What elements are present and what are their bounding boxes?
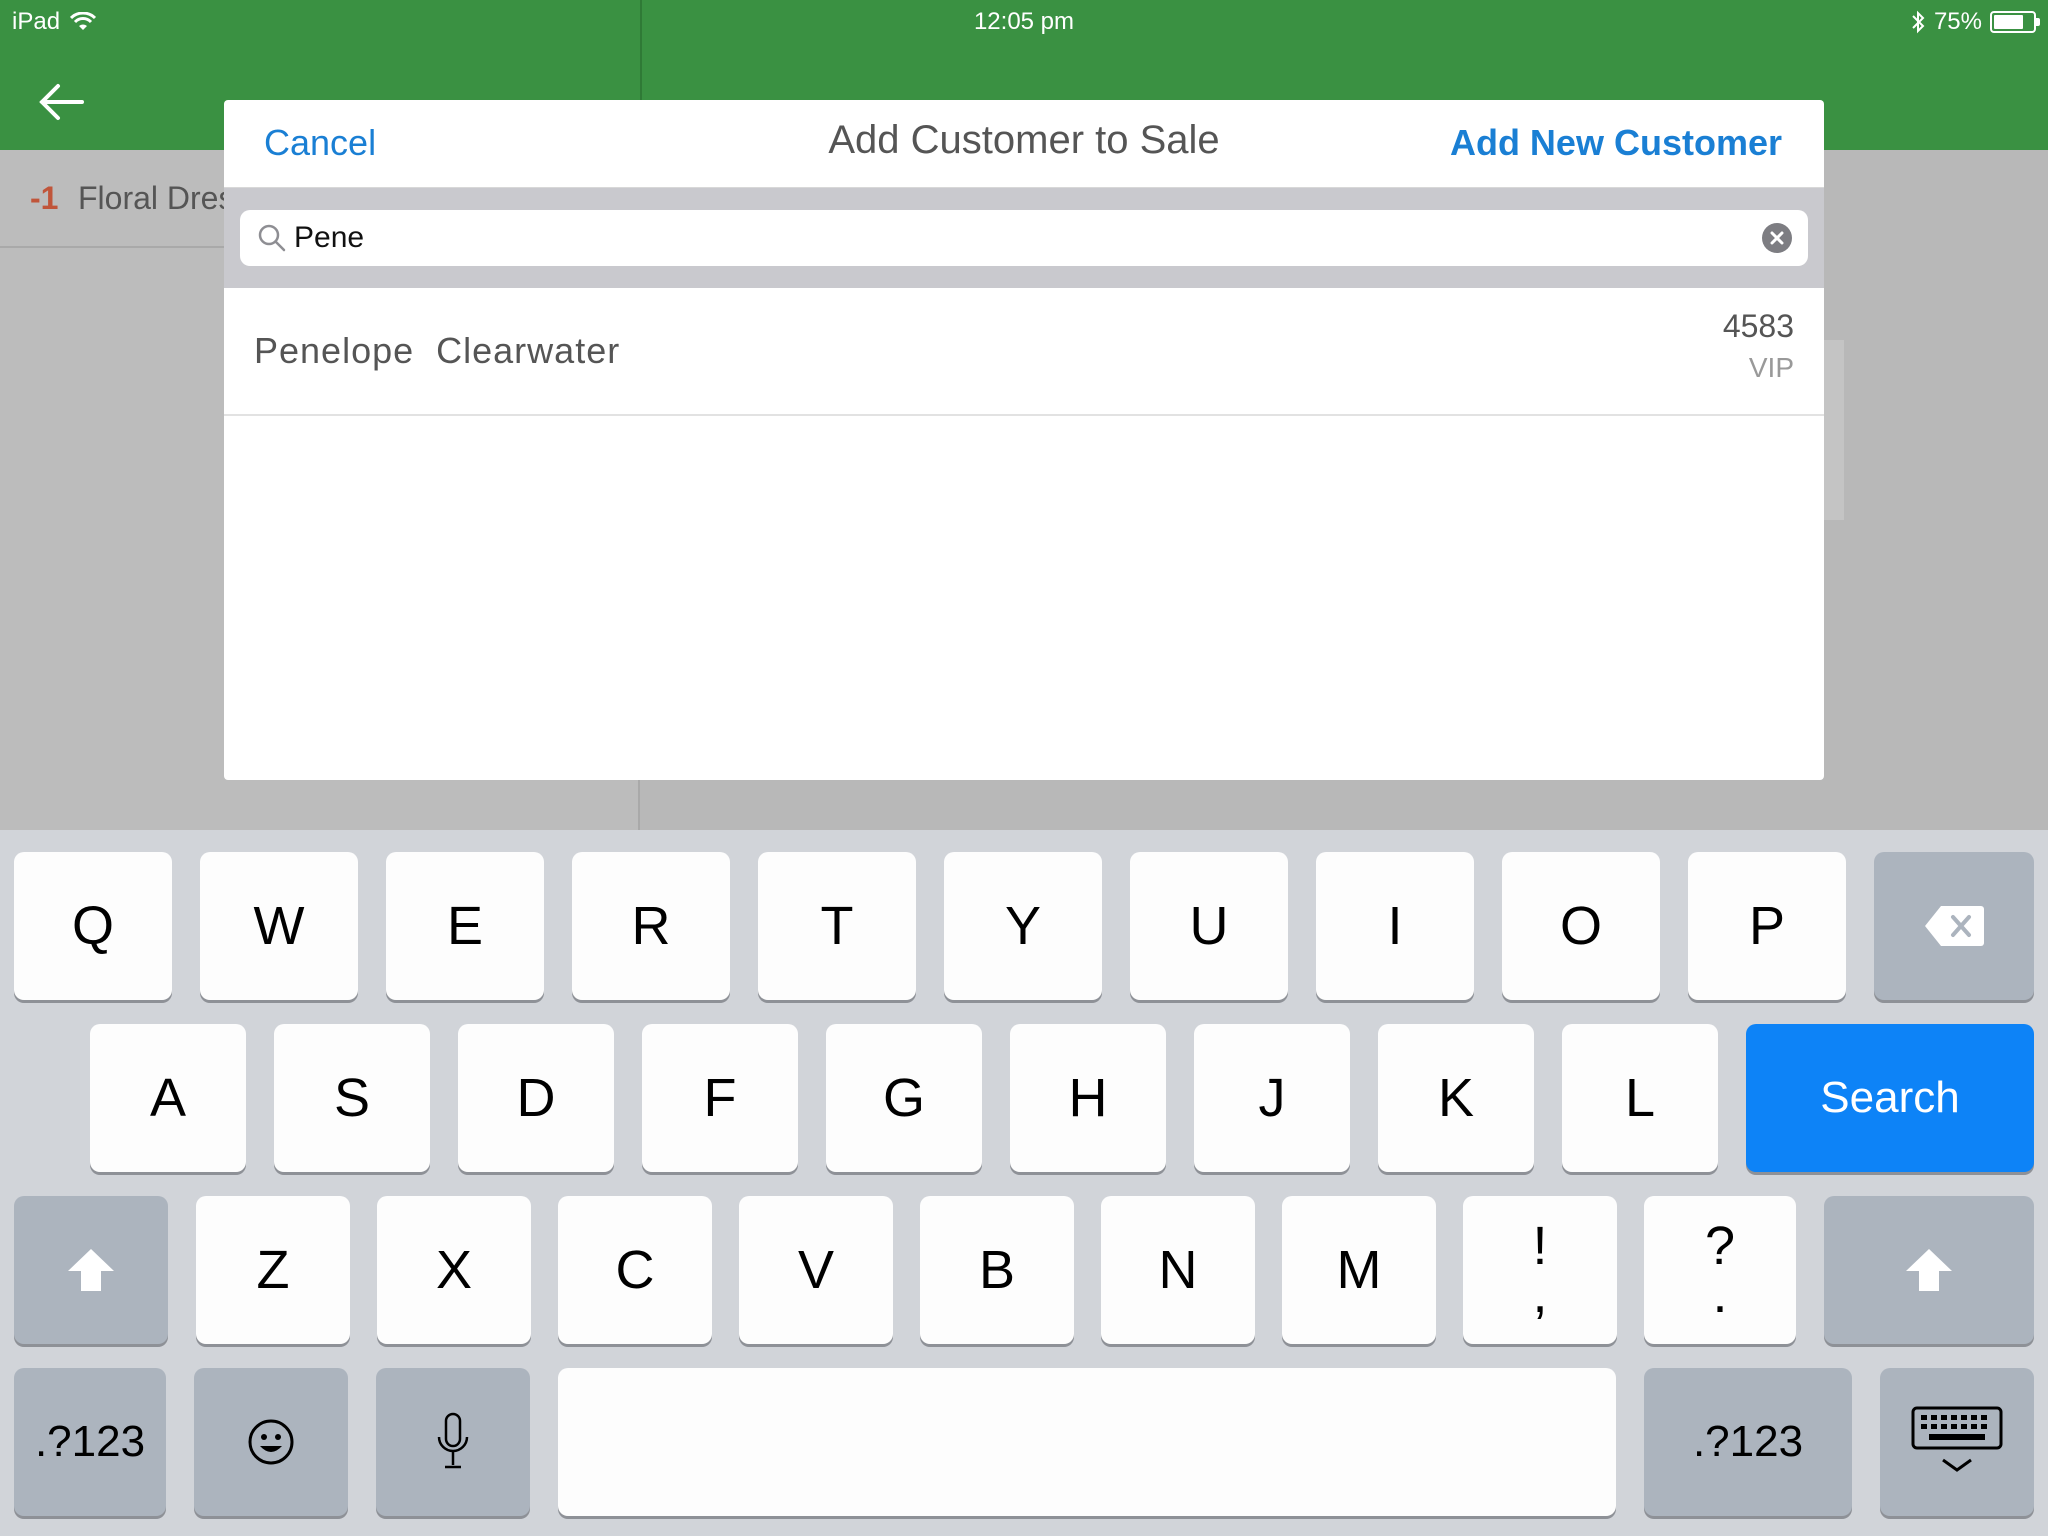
delete-key[interactable] [1874, 852, 2034, 1000]
key-e[interactable]: E [386, 852, 544, 1000]
search-bar [224, 188, 1824, 288]
key-o[interactable]: O [1502, 852, 1660, 1000]
key-q[interactable]: Q [14, 852, 172, 1000]
search-icon [258, 224, 286, 252]
hide-keyboard-icon [1911, 1406, 2003, 1472]
shift-key-right[interactable] [1824, 1196, 2034, 1344]
key-period-label: . [1712, 1264, 1728, 1324]
emoji-key[interactable] [194, 1368, 348, 1516]
key-b[interactable]: B [920, 1196, 1074, 1344]
key-r[interactable]: R [572, 852, 730, 1000]
microphone-icon [437, 1412, 469, 1469]
dictation-key[interactable] [376, 1368, 530, 1516]
key-i[interactable]: I [1316, 852, 1474, 1000]
search-input[interactable] [294, 216, 1734, 260]
clear-search-icon[interactable] [1762, 223, 1792, 253]
key-z[interactable]: Z [196, 1196, 350, 1344]
add-new-customer-button[interactable]: Add New Customer [1450, 122, 1782, 164]
key-h[interactable]: H [1010, 1024, 1166, 1172]
battery-fill [1994, 15, 2023, 29]
shift-icon [68, 1249, 114, 1291]
customer-name: Penelope Clearwater [254, 330, 621, 371]
key-w[interactable]: W [200, 852, 358, 1000]
key-exclaim-comma[interactable]: ! , [1463, 1196, 1617, 1344]
cancel-button[interactable]: Cancel [264, 122, 376, 164]
battery-percent: 75% [1933, 8, 1982, 35]
back-arrow-icon[interactable] [36, 80, 86, 124]
key-question-period[interactable]: ? . [1644, 1196, 1796, 1344]
key-a[interactable]: A [90, 1024, 246, 1172]
key-f[interactable]: F [642, 1024, 798, 1172]
numbers-key-left[interactable]: .?123 [14, 1368, 166, 1516]
key-x[interactable]: X [377, 1196, 531, 1344]
backspace-icon [1925, 906, 1984, 946]
key-exclaim-label: ! [1532, 1216, 1548, 1276]
search-field[interactable] [240, 210, 1808, 266]
key-n[interactable]: N [1101, 1196, 1255, 1344]
key-m[interactable]: M [1282, 1196, 1436, 1344]
key-t[interactable]: T [758, 852, 916, 1000]
customer-id: 4583 [1722, 308, 1794, 344]
key-j[interactable]: J [1194, 1024, 1350, 1172]
customer-tag: VIP [1748, 352, 1794, 383]
search-key[interactable]: Search [1746, 1024, 2034, 1172]
key-g[interactable]: G [826, 1024, 982, 1172]
background-panel-edge [1824, 340, 1844, 520]
key-c[interactable]: C [558, 1196, 712, 1344]
key-k[interactable]: K [1378, 1024, 1534, 1172]
key-v[interactable]: V [739, 1196, 893, 1344]
add-customer-modal: Cancel Add Customer to Sale Add New Cust… [224, 100, 1824, 780]
shift-key-left[interactable] [14, 1196, 168, 1344]
line-item-name: Floral Dres [78, 180, 235, 216]
line-item-quantity: -1 [30, 180, 59, 216]
space-key[interactable] [558, 1368, 1616, 1516]
numbers-key-right[interactable]: .?123 [1644, 1368, 1852, 1516]
status-right: 75% [1910, 8, 2040, 36]
status-time: 12:05 pm [973, 8, 1075, 35]
key-d[interactable]: D [458, 1024, 614, 1172]
customer-results-list: Penelope Clearwater 4583 VIP [224, 288, 1824, 416]
shift-icon [1906, 1249, 1952, 1291]
key-s[interactable]: S [274, 1024, 430, 1172]
battery-icon [1990, 11, 2040, 33]
status-bar: iPad 12:05 pm 75% [0, 0, 2048, 42]
key-question-label: ? [1704, 1216, 1736, 1276]
emoji-icon [248, 1419, 294, 1465]
key-comma-label: , [1532, 1264, 1548, 1324]
customer-result-row[interactable]: Penelope Clearwater 4583 VIP [224, 288, 1824, 416]
modal-header: Cancel Add Customer to Sale Add New Cust… [224, 100, 1824, 188]
dismiss-keyboard-key[interactable] [1880, 1368, 2034, 1516]
bluetooth-icon [1912, 10, 1925, 34]
key-u[interactable]: U [1130, 852, 1288, 1000]
key-l[interactable]: L [1562, 1024, 1718, 1172]
key-p[interactable]: P [1688, 852, 1846, 1000]
key-y[interactable]: Y [944, 852, 1102, 1000]
onscreen-keyboard: Q W E R T Y U I O P A S D F G H J K L Se… [0, 830, 2048, 1536]
